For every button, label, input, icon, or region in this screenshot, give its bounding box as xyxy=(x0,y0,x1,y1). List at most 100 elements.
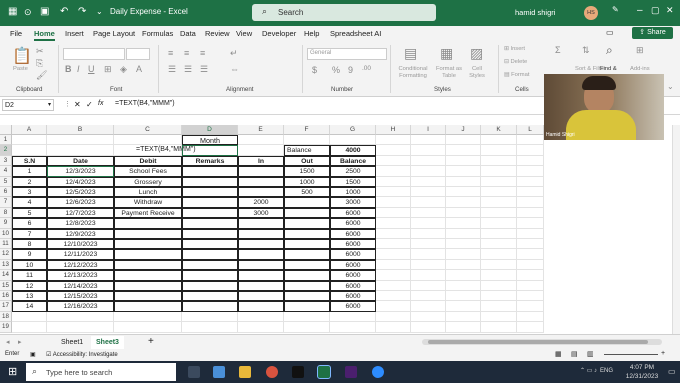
grid-cell[interactable] xyxy=(284,322,330,333)
grid-cell[interactable] xyxy=(411,311,446,323)
in-cell[interactable] xyxy=(238,187,284,198)
out-cell[interactable] xyxy=(284,291,330,302)
font-name-box[interactable] xyxy=(63,48,125,60)
grid-cell[interactable] xyxy=(411,301,446,312)
paste-icon[interactable]: 📋 xyxy=(12,46,32,66)
date-cell[interactable]: 12/13/2023 xyxy=(47,270,114,281)
align-bottom-icon[interactable]: ≡ xyxy=(200,48,205,58)
debit-cell[interactable]: Lunch xyxy=(114,187,182,198)
balance-cell[interactable]: 6000 xyxy=(330,301,376,312)
grid-cell[interactable] xyxy=(446,249,481,260)
date-cell[interactable]: 12/9/2023 xyxy=(47,228,114,239)
next-sheet-icon[interactable]: ▸ xyxy=(18,338,22,346)
grid-cell[interactable] xyxy=(481,259,517,271)
col-header-a[interactable]: A xyxy=(12,125,47,135)
increase-decimal-icon[interactable]: .00 xyxy=(362,65,371,72)
row-header[interactable]: 1 xyxy=(0,135,12,146)
grid-cell[interactable] xyxy=(411,228,446,239)
grid-cell[interactable] xyxy=(517,135,544,146)
grid-cell[interactable] xyxy=(517,145,544,156)
date-cell[interactable]: 12/10/2023 xyxy=(47,239,114,250)
grid-cell[interactable] xyxy=(330,311,376,323)
out-cell[interactable] xyxy=(284,259,330,271)
column-header-cell[interactable]: S.N xyxy=(12,155,47,167)
conditional-formatting-icon[interactable]: ▤ xyxy=(404,45,417,62)
remarks-cell[interactable] xyxy=(182,228,238,239)
grid-cell[interactable] xyxy=(411,322,446,333)
col-header-h[interactable]: H xyxy=(376,125,411,135)
debit-cell[interactable] xyxy=(114,228,182,239)
grid-cell[interactable] xyxy=(12,135,47,146)
row-header[interactable]: 14 xyxy=(0,270,12,281)
row-header[interactable]: 5 xyxy=(0,176,12,187)
grid-cell[interactable] xyxy=(446,187,481,198)
grid-cell[interactable] xyxy=(411,145,446,156)
remarks-cell[interactable] xyxy=(182,166,238,177)
remarks-cell[interactable] xyxy=(182,301,238,312)
grid-cell[interactable] xyxy=(114,322,182,333)
row-header[interactable]: 6 xyxy=(0,187,12,198)
grid-cell[interactable] xyxy=(411,135,446,146)
taskbar-search[interactable]: ⌕ Type here to search xyxy=(26,363,176,381)
search-box[interactable]: ⌕ Search xyxy=(252,4,436,21)
grid-cell[interactable] xyxy=(376,166,411,177)
balance-cell[interactable]: 6000 xyxy=(330,259,376,271)
row-header[interactable]: 13 xyxy=(0,259,12,271)
addins-icon[interactable]: ⊞ xyxy=(636,45,644,56)
balance-cell[interactable]: 6000 xyxy=(330,228,376,239)
grid-cell[interactable] xyxy=(376,322,411,333)
sn-cell[interactable]: 8 xyxy=(12,239,47,250)
find-select-icon[interactable]: ⌕ xyxy=(606,43,613,58)
balance-cell[interactable]: 6000 xyxy=(330,280,376,291)
debit-cell[interactable] xyxy=(114,270,182,281)
grid-cell[interactable] xyxy=(446,155,481,167)
out-cell[interactable] xyxy=(284,249,330,260)
excel-taskbar-icon[interactable] xyxy=(317,365,331,379)
cell-styles-icon[interactable]: ▨ xyxy=(470,45,483,62)
borders-icon[interactable]: ⊞ xyxy=(104,64,112,75)
grid-cell[interactable] xyxy=(517,228,544,239)
grid-cell[interactable] xyxy=(446,239,481,250)
grid-cell[interactable] xyxy=(446,311,481,323)
remarks-cell[interactable] xyxy=(182,197,238,208)
align-top-icon[interactable]: ≡ xyxy=(168,48,173,58)
menu-page-layout[interactable]: Page Layout xyxy=(93,29,135,38)
balance-value-cell[interactable]: 4000 xyxy=(330,145,376,156)
grid-cell[interactable] xyxy=(411,259,446,271)
accessibility-status[interactable]: ☑ Accessibility: Investigate xyxy=(46,351,118,358)
date-cell[interactable]: 12/4/2023 xyxy=(47,176,114,187)
sn-cell[interactable]: 5 xyxy=(12,207,47,219)
row-header[interactable]: 9 xyxy=(0,218,12,229)
menu-help[interactable]: Help xyxy=(304,29,319,38)
debit-cell[interactable] xyxy=(114,218,182,229)
in-cell[interactable]: 2000 xyxy=(238,197,284,208)
grid-cell[interactable] xyxy=(330,135,376,146)
grid-cell[interactable] xyxy=(238,145,284,156)
grid-cell[interactable] xyxy=(517,291,544,302)
grid-cell[interactable] xyxy=(376,135,411,146)
grid-cell[interactable] xyxy=(411,291,446,302)
merge-center-icon[interactable]: ⇔ xyxy=(230,64,239,74)
grid-cell[interactable] xyxy=(517,218,544,229)
underline-icon[interactable]: U xyxy=(88,64,95,74)
grid-cell[interactable] xyxy=(481,218,517,229)
grid-cell[interactable] xyxy=(446,228,481,239)
column-header-cell[interactable]: Date xyxy=(47,155,114,167)
row-header[interactable]: 8 xyxy=(0,207,12,219)
avatar[interactable]: HS xyxy=(584,6,598,20)
active-cell-d2[interactable] xyxy=(182,145,238,156)
grid-cell[interactable] xyxy=(517,176,544,187)
remarks-cell[interactable] xyxy=(182,239,238,250)
grid-cell[interactable] xyxy=(481,155,517,167)
sn-cell[interactable]: 14 xyxy=(12,301,47,312)
grid-cell[interactable] xyxy=(376,207,411,219)
grid-cell[interactable] xyxy=(411,155,446,167)
debit-cell[interactable] xyxy=(114,259,182,271)
row-header[interactable]: 3 xyxy=(0,155,12,167)
date-cell[interactable]: 12/15/2023 xyxy=(47,291,114,302)
out-cell[interactable]: 1000 xyxy=(284,176,330,187)
align-right-icon[interactable]: ☰ xyxy=(200,64,208,75)
notification-icon[interactable]: ▭ xyxy=(668,367,676,376)
col-header-l[interactable]: L xyxy=(517,125,544,135)
grid-cell[interactable] xyxy=(517,270,544,281)
